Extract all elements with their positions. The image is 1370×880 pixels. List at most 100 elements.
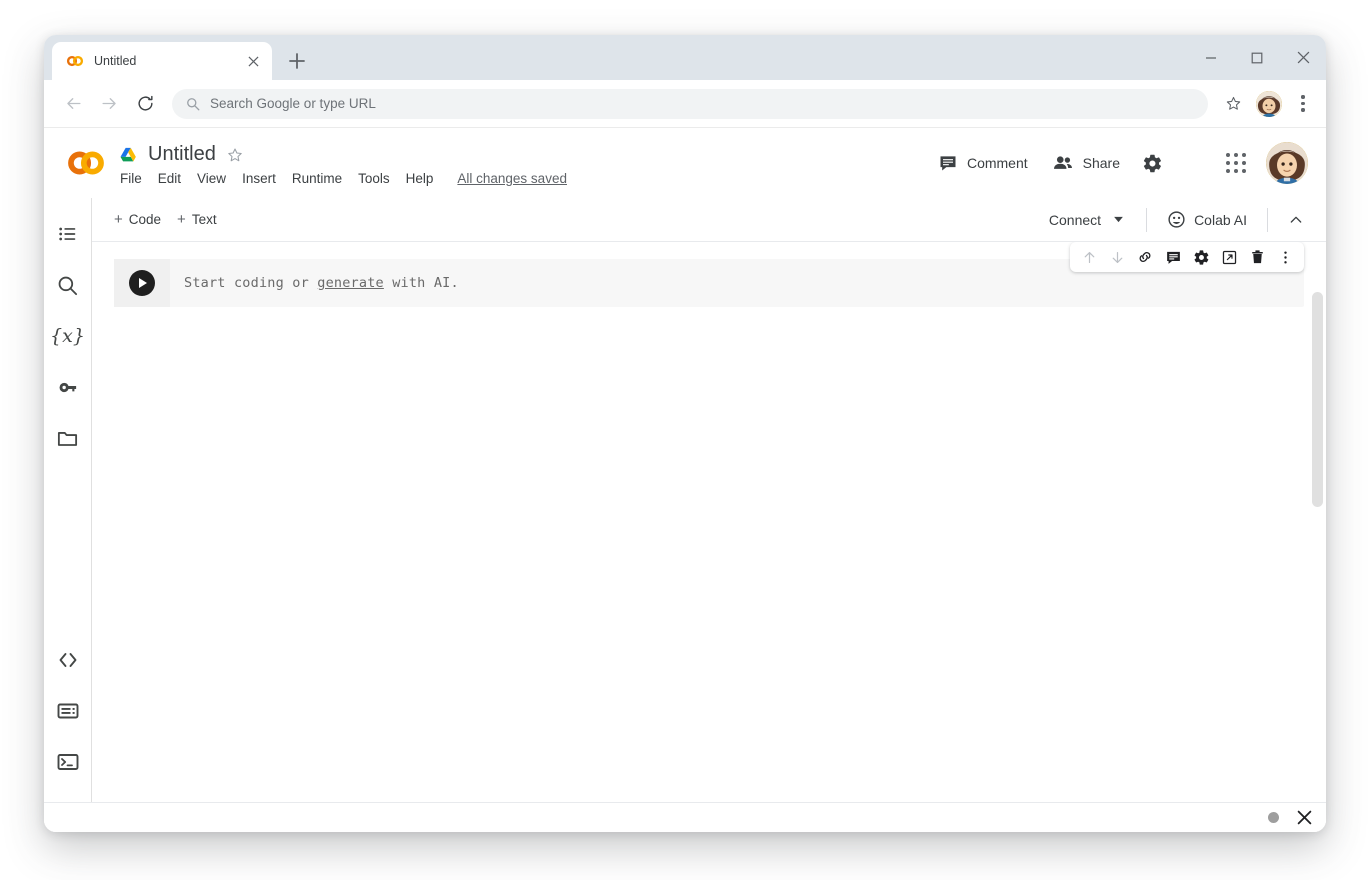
- share-button[interactable]: Share: [1040, 144, 1132, 182]
- colab-header: Untitled File Edit View Insert Runtime T…: [44, 128, 1326, 198]
- window-controls: [1188, 35, 1326, 80]
- add-text-cell-button[interactable]: + Text: [169, 206, 225, 233]
- comment-button[interactable]: Comment: [926, 145, 1040, 181]
- search-icon: [186, 97, 200, 111]
- toolbar-divider: [1267, 208, 1268, 232]
- account-avatar[interactable]: [1266, 142, 1308, 184]
- tab-close-icon[interactable]: [244, 52, 262, 70]
- status-dot-icon[interactable]: [1268, 812, 1279, 823]
- kebab-menu-icon: [1277, 249, 1294, 266]
- browser-toolbar: Search Google or type URL: [44, 80, 1326, 128]
- page-viewport: Untitled File Edit View Insert Runtime T…: [44, 128, 1326, 832]
- sidebar-item-find-and-replace[interactable]: [46, 263, 90, 307]
- colab-body: {x}: [44, 198, 1326, 802]
- notebook-cell-area: Start coding or generate with AI.: [92, 242, 1326, 802]
- cell-run-gutter: [114, 259, 170, 307]
- browser-window: Untitled: [44, 35, 1326, 832]
- omnibox[interactable]: Search Google or type URL: [172, 89, 1208, 119]
- google-drive-icon: [118, 145, 138, 165]
- apps-grid-icon: [1226, 153, 1246, 173]
- star-outline-icon[interactable]: [226, 146, 244, 164]
- run-cell-button[interactable]: [129, 270, 155, 296]
- menu-tools[interactable]: Tools: [358, 171, 390, 186]
- arrow-down-icon: [1109, 249, 1126, 266]
- comment-button-label: Comment: [967, 155, 1028, 171]
- add-code-cell-label: Code: [129, 212, 161, 227]
- add-text-cell-label: Text: [192, 212, 217, 227]
- browser-tab[interactable]: Untitled: [52, 42, 272, 80]
- folder-icon: [56, 427, 79, 450]
- window-minimize-button[interactable]: [1188, 35, 1234, 80]
- reload-icon[interactable]: [128, 87, 162, 121]
- play-icon: [139, 278, 147, 288]
- menu-runtime[interactable]: Runtime: [292, 171, 342, 186]
- plus-icon: +: [177, 211, 186, 228]
- connect-runtime-button[interactable]: Connect: [1035, 206, 1134, 234]
- notebook-toolbar: + Code + Text Connect: [92, 198, 1326, 242]
- menu-insert[interactable]: Insert: [242, 171, 276, 186]
- link-to-cell-button[interactable]: [1132, 244, 1158, 270]
- search-icon: [56, 274, 79, 297]
- add-comment-button[interactable]: [1160, 244, 1186, 270]
- connect-label: Connect: [1049, 212, 1101, 228]
- colab-favicon-icon: [66, 52, 84, 70]
- move-cell-down-button[interactable]: [1104, 244, 1130, 270]
- command-palette-icon: [56, 699, 80, 723]
- sidebar-item-terminal[interactable]: [46, 740, 90, 784]
- browser-profile-avatar[interactable]: [1256, 91, 1282, 117]
- move-cell-up-button[interactable]: [1076, 244, 1102, 270]
- settings-button[interactable]: [1132, 143, 1172, 183]
- menu-edit[interactable]: Edit: [158, 171, 181, 186]
- cell-action-toolbar: [1070, 242, 1304, 272]
- cell-settings-button[interactable]: [1188, 244, 1214, 270]
- gear-icon: [1142, 153, 1163, 174]
- arrow-up-icon: [1081, 249, 1098, 266]
- generate-with-ai-link[interactable]: generate: [317, 275, 384, 291]
- sidebar-item-table-of-contents[interactable]: [46, 212, 90, 256]
- sidebar-item-secrets[interactable]: [46, 365, 90, 409]
- collapse-toolbar-button[interactable]: [1280, 204, 1312, 236]
- sidebar-item-files[interactable]: [46, 416, 90, 460]
- colab-menubar: File Edit View Insert Runtime Tools Help…: [118, 171, 567, 186]
- notebook-toolbar-right: Connect: [1035, 204, 1312, 236]
- code-brackets-icon: [56, 648, 80, 672]
- notebook-title-row: Untitled: [118, 141, 567, 169]
- google-apps-button[interactable]: [1216, 143, 1256, 183]
- colab-ai-label: Colab AI: [1194, 212, 1247, 228]
- window-maximize-button[interactable]: [1234, 35, 1280, 80]
- cell-placeholder-prefix: Start coding or: [184, 275, 317, 291]
- delete-cell-button[interactable]: [1244, 244, 1270, 270]
- colab-sidebar: {x}: [44, 198, 92, 802]
- comment-icon: [938, 153, 958, 173]
- sidebar-item-command-palette[interactable]: [46, 689, 90, 733]
- sidebar-item-variables[interactable]: {x}: [46, 314, 90, 358]
- notebook-title-block: Untitled File Edit View Insert Runtime T…: [118, 141, 567, 186]
- forward-icon[interactable]: [92, 87, 126, 121]
- more-cell-actions-button[interactable]: [1272, 244, 1298, 270]
- browser-tab-title: Untitled: [94, 54, 234, 68]
- omnibox-placeholder-text: Search Google or type URL: [210, 96, 376, 111]
- colab-header-actions: Comment Share: [926, 142, 1308, 184]
- notebook-title[interactable]: Untitled: [148, 143, 216, 166]
- bookmark-star-icon[interactable]: [1218, 89, 1248, 119]
- menu-file[interactable]: File: [120, 171, 142, 186]
- menu-help[interactable]: Help: [406, 171, 434, 186]
- toolbar-divider: [1146, 208, 1147, 232]
- plus-icon: +: [114, 211, 123, 228]
- open-in-new-tab-button[interactable]: [1216, 244, 1242, 270]
- window-close-button[interactable]: [1280, 35, 1326, 80]
- sidebar-item-code-snippets[interactable]: [46, 638, 90, 682]
- trash-icon: [1249, 249, 1266, 266]
- back-icon[interactable]: [56, 87, 90, 121]
- status-close-icon[interactable]: [1297, 810, 1312, 825]
- colab-ai-button[interactable]: Colab AI: [1159, 204, 1255, 235]
- browser-menu-icon[interactable]: [1290, 95, 1316, 111]
- menu-view[interactable]: View: [197, 171, 226, 186]
- gear-icon: [1193, 249, 1210, 266]
- notebook-scrollbar[interactable]: [1312, 292, 1323, 507]
- colab-logo-icon[interactable]: [64, 141, 108, 185]
- new-tab-button[interactable]: [280, 44, 314, 78]
- save-status[interactable]: All changes saved: [457, 171, 567, 186]
- caret-down-icon: [1113, 216, 1124, 223]
- add-code-cell-button[interactable]: + Code: [106, 206, 169, 233]
